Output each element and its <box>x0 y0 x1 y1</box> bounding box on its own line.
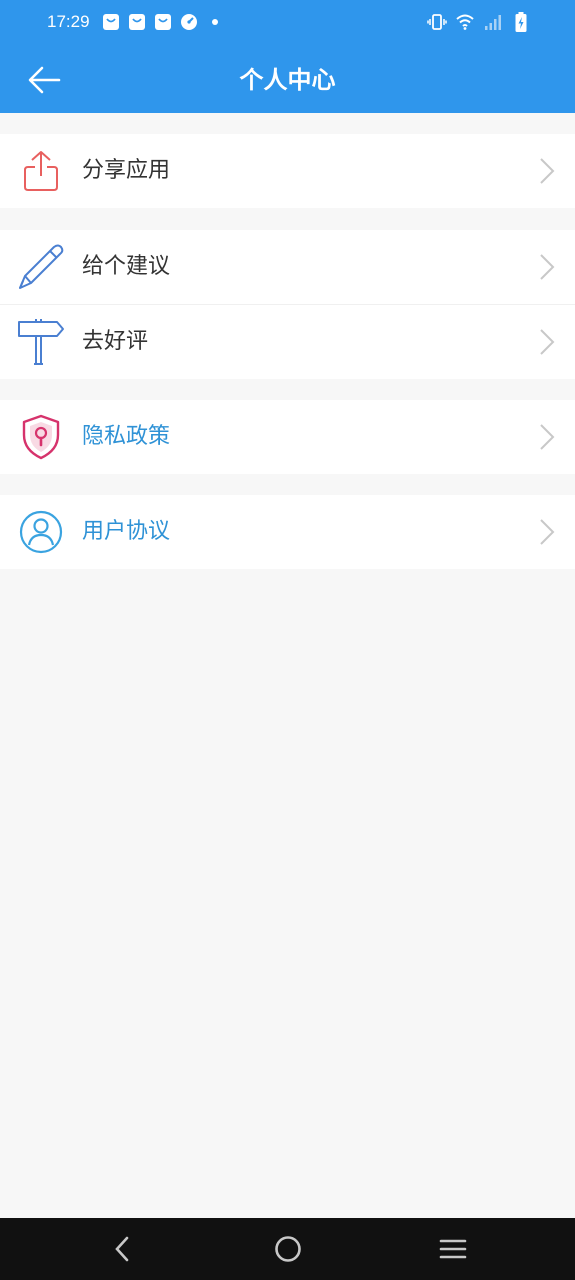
wifi-icon <box>455 12 475 32</box>
menu-item-label: 给个建议 <box>82 254 171 279</box>
user-circle-icon <box>16 509 66 555</box>
signal-icon <box>483 12 503 32</box>
system-nav-bar <box>0 1218 575 1280</box>
chevron-right-icon <box>540 424 555 450</box>
nav-menu-button[interactable] <box>433 1232 473 1266</box>
nav-home-button[interactable] <box>268 1232 308 1266</box>
app-header: 17:29 个人中心 <box>0 0 575 113</box>
chevron-right-icon <box>540 158 555 184</box>
home-icon <box>275 1236 301 1262</box>
chevron-right-icon <box>540 329 555 355</box>
notification-icons <box>102 13 224 31</box>
back-icon <box>115 1236 129 1262</box>
chevron-right-icon <box>540 254 555 280</box>
system-status-icons <box>427 12 531 32</box>
status-bar: 17:29 <box>0 0 575 46</box>
status-time: 17:29 <box>47 12 90 31</box>
pen-icon <box>16 244 66 290</box>
share-icon <box>16 148 66 194</box>
battery-charging-icon <box>511 12 531 32</box>
menu-item-label: 分享应用 <box>82 158 171 183</box>
menu-item-label: 用户协议 <box>82 519 171 544</box>
menu-item-share-app[interactable]: 分享应用 <box>0 134 575 208</box>
bag-notification-icon <box>128 13 146 31</box>
menu-icon <box>439 1239 467 1259</box>
menu-item-user-agreement[interactable]: 用户协议 <box>0 495 575 569</box>
vibrate-icon <box>427 12 447 32</box>
menu-item-label: 去好评 <box>82 329 149 354</box>
menu-item-feedback[interactable]: 给个建议 <box>0 230 575 304</box>
menu-item-rate-app[interactable]: 去好评 <box>0 305 575 379</box>
chevron-right-icon <box>540 519 555 545</box>
signpost-icon <box>16 319 66 365</box>
bag-notification-icon <box>102 13 120 31</box>
dot-icon <box>206 13 224 31</box>
speedometer-icon <box>180 13 198 31</box>
shield-lock-icon <box>16 414 66 460</box>
menu-item-label: 隐私政策 <box>82 424 171 449</box>
page-title: 个人中心 <box>239 66 336 94</box>
menu-item-privacy-policy[interactable]: 隐私政策 <box>0 400 575 474</box>
nav-back-button[interactable] <box>102 1232 142 1266</box>
bag-notification-icon <box>154 13 172 31</box>
